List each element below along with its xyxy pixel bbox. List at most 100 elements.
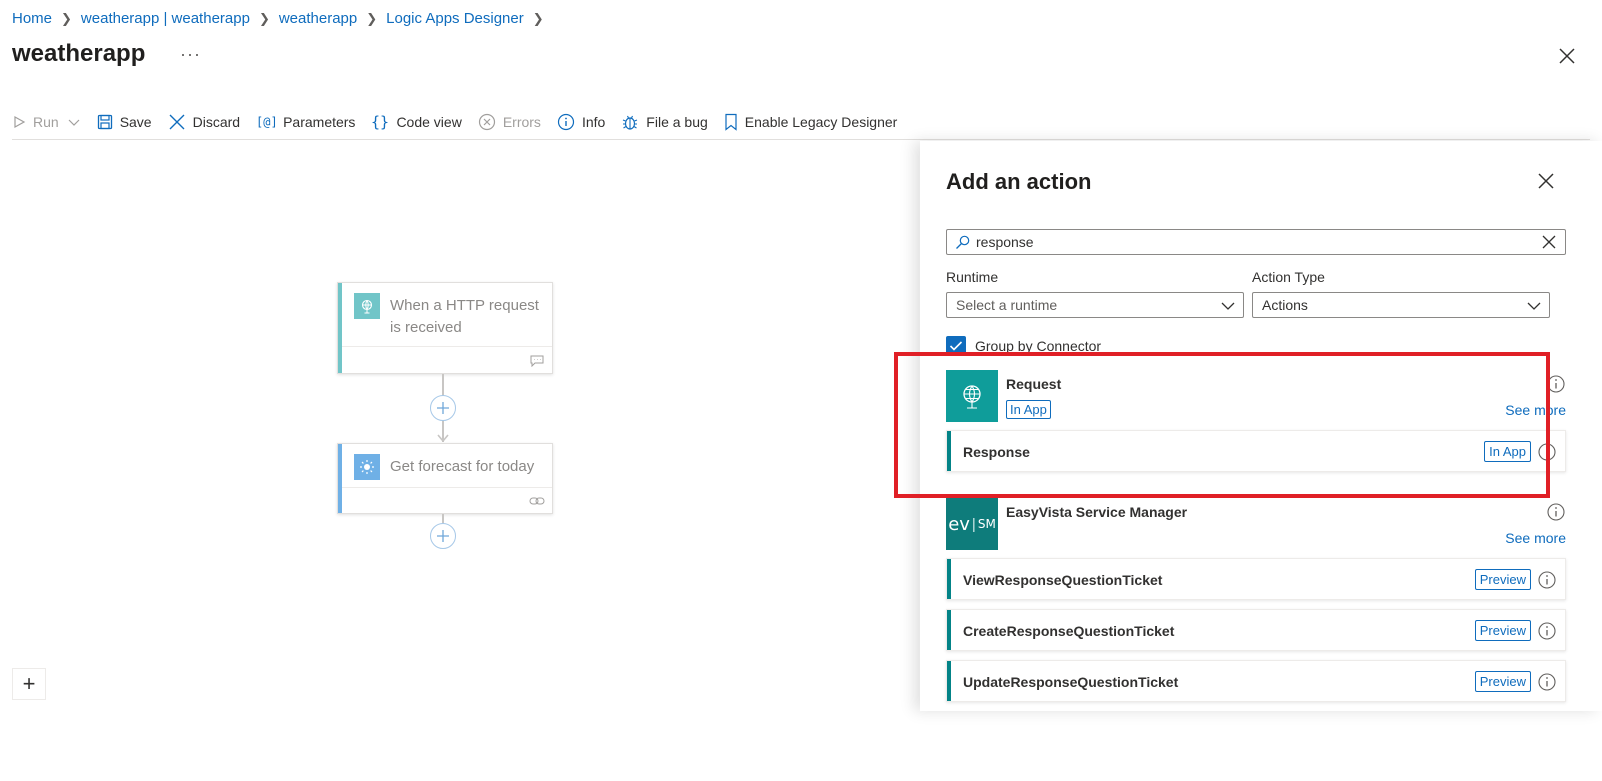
preview-badge: Preview: [1474, 569, 1531, 590]
more-options-button[interactable]: ···: [180, 44, 201, 65]
designer-toolbar: Run Save Discard [@] Parameters {} Code …: [12, 104, 1590, 140]
request-globe-icon: [946, 370, 998, 422]
in-app-badge: In App: [1484, 441, 1531, 462]
info-button[interactable]: Info: [557, 107, 605, 137]
trigger-card[interactable]: When a HTTP request is received: [337, 282, 553, 374]
discard-button[interactable]: Discard: [168, 107, 240, 137]
action-name: ViewResponseQuestionTicket: [963, 572, 1163, 588]
save-icon: [97, 114, 112, 129]
checkmark-icon[interactable]: [946, 336, 966, 356]
errors-label: Errors: [502, 113, 541, 130]
info-icon[interactable]: [1537, 442, 1557, 462]
action-item-view-response[interactable]: ViewResponseQuestionTicket Preview: [946, 558, 1566, 600]
action-name: Response: [963, 444, 1030, 460]
action-item-response[interactable]: Response In App: [946, 430, 1566, 472]
info-icon[interactable]: [1537, 672, 1557, 692]
card-footer: [342, 346, 552, 367]
see-more-link[interactable]: See more: [1505, 402, 1566, 418]
parameters-label: Parameters: [283, 113, 356, 130]
search-value[interactable]: response: [976, 234, 1541, 250]
in-app-badge: In App: [1006, 400, 1051, 419]
breadcrumb-app[interactable]: weatherapp: [279, 10, 357, 27]
save-label: Save: [119, 113, 152, 130]
code-braces-icon: {}: [371, 113, 389, 131]
flow-connector: [442, 514, 444, 523]
runtime-value: Select a runtime: [956, 297, 1058, 313]
action-type-value: Actions: [1262, 297, 1308, 313]
logo-divider: |: [971, 515, 976, 533]
error-circle-icon: [478, 113, 495, 130]
discard-label: Discard: [192, 113, 241, 130]
connector-name[interactable]: EasyVista Service Manager: [1006, 504, 1187, 520]
chevron-right-icon: ❯: [532, 10, 544, 26]
search-icon: [956, 235, 970, 249]
search-input[interactable]: response: [946, 229, 1566, 255]
card-accent-bar: [338, 283, 342, 373]
legacy-designer-button[interactable]: Enable Legacy Designer: [724, 107, 898, 137]
breadcrumb-resource-group[interactable]: weatherapp | weatherapp: [81, 10, 250, 27]
play-icon: [14, 115, 26, 128]
action-accent-bar: [947, 559, 951, 599]
zoom-in-button[interactable]: +: [12, 668, 46, 700]
action-card[interactable]: Get forecast for today: [337, 443, 553, 514]
link-icon[interactable]: [529, 496, 545, 506]
info-icon[interactable]: [1537, 570, 1557, 590]
action-type-dropdown[interactable]: Actions: [1252, 292, 1550, 318]
action-label: Get forecast for today: [390, 458, 535, 475]
http-request-icon: [354, 293, 380, 319]
run-label: Run: [33, 113, 59, 130]
add-step-button[interactable]: [430, 523, 456, 549]
action-name: CreateResponseQuestionTicket: [963, 623, 1175, 639]
arrow-down-icon: [437, 434, 449, 442]
connector-request: Request In App See more: [946, 370, 1566, 422]
errors-button[interactable]: Errors: [478, 107, 541, 137]
parameters-icon: [@]: [256, 115, 276, 129]
run-button[interactable]: Run: [12, 107, 81, 137]
close-icon[interactable]: [1556, 45, 1578, 67]
svg-text:[@]: [@]: [256, 115, 276, 129]
chevron-down-icon[interactable]: [67, 115, 81, 129]
insert-step-button[interactable]: [430, 395, 456, 421]
parameters-button[interactable]: [@] Parameters: [256, 107, 355, 137]
action-accent-bar: [947, 661, 951, 701]
chevron-right-icon: ❯: [258, 10, 270, 26]
save-button[interactable]: Save: [97, 107, 152, 137]
info-icon[interactable]: [1546, 374, 1566, 394]
breadcrumb-designer[interactable]: Logic Apps Designer: [386, 10, 524, 27]
action-type-label: Action Type: [1252, 269, 1325, 285]
breadcrumb: Home ❯ weatherapp | weatherapp ❯ weather…: [12, 10, 553, 27]
action-accent-bar: [947, 610, 951, 650]
plus-icon: [437, 530, 449, 542]
logo-text-sm: SM: [977, 517, 996, 531]
preview-badge: Preview: [1474, 671, 1531, 692]
code-view-button[interactable]: {} Code view: [371, 107, 461, 137]
runtime-label: Runtime: [946, 269, 999, 285]
group-by-connector-checkbox[interactable]: Group by Connector: [946, 336, 1101, 356]
connector-easyvista: ev | SM EasyVista Service Manager See mo…: [946, 498, 1566, 550]
file-bug-label: File a bug: [646, 113, 708, 130]
trigger-label: When a HTTP request is received: [390, 297, 539, 336]
action-item-update-response[interactable]: UpdateResponseQuestionTicket Preview: [946, 660, 1566, 702]
sun-icon: [354, 454, 380, 480]
chevron-down-icon: [1527, 302, 1541, 310]
runtime-dropdown[interactable]: Select a runtime: [946, 292, 1244, 318]
connector-name[interactable]: Request: [1006, 376, 1061, 392]
file-bug-button[interactable]: File a bug: [621, 107, 708, 137]
card-accent-bar: [338, 444, 342, 513]
comment-icon[interactable]: [530, 355, 544, 367]
plus-icon: [437, 402, 449, 414]
clear-icon[interactable]: [1541, 234, 1557, 250]
info-icon[interactable]: [1546, 502, 1566, 522]
designer-canvas[interactable]: When a HTTP request is received Get fore…: [0, 141, 920, 711]
info-icon[interactable]: [1537, 621, 1557, 641]
svg-text:{}: {}: [371, 113, 389, 131]
info-icon: [557, 113, 575, 130]
page-title: weatherapp: [12, 40, 146, 67]
breadcrumb-home[interactable]: Home: [12, 10, 52, 27]
bookmark-icon: [725, 113, 737, 131]
legacy-designer-label: Enable Legacy Designer: [744, 113, 898, 130]
see-more-link[interactable]: See more: [1505, 530, 1566, 546]
close-icon[interactable]: [1536, 171, 1556, 191]
group-by-label: Group by Connector: [975, 338, 1102, 354]
action-item-create-response[interactable]: CreateResponseQuestionTicket Preview: [946, 609, 1566, 651]
